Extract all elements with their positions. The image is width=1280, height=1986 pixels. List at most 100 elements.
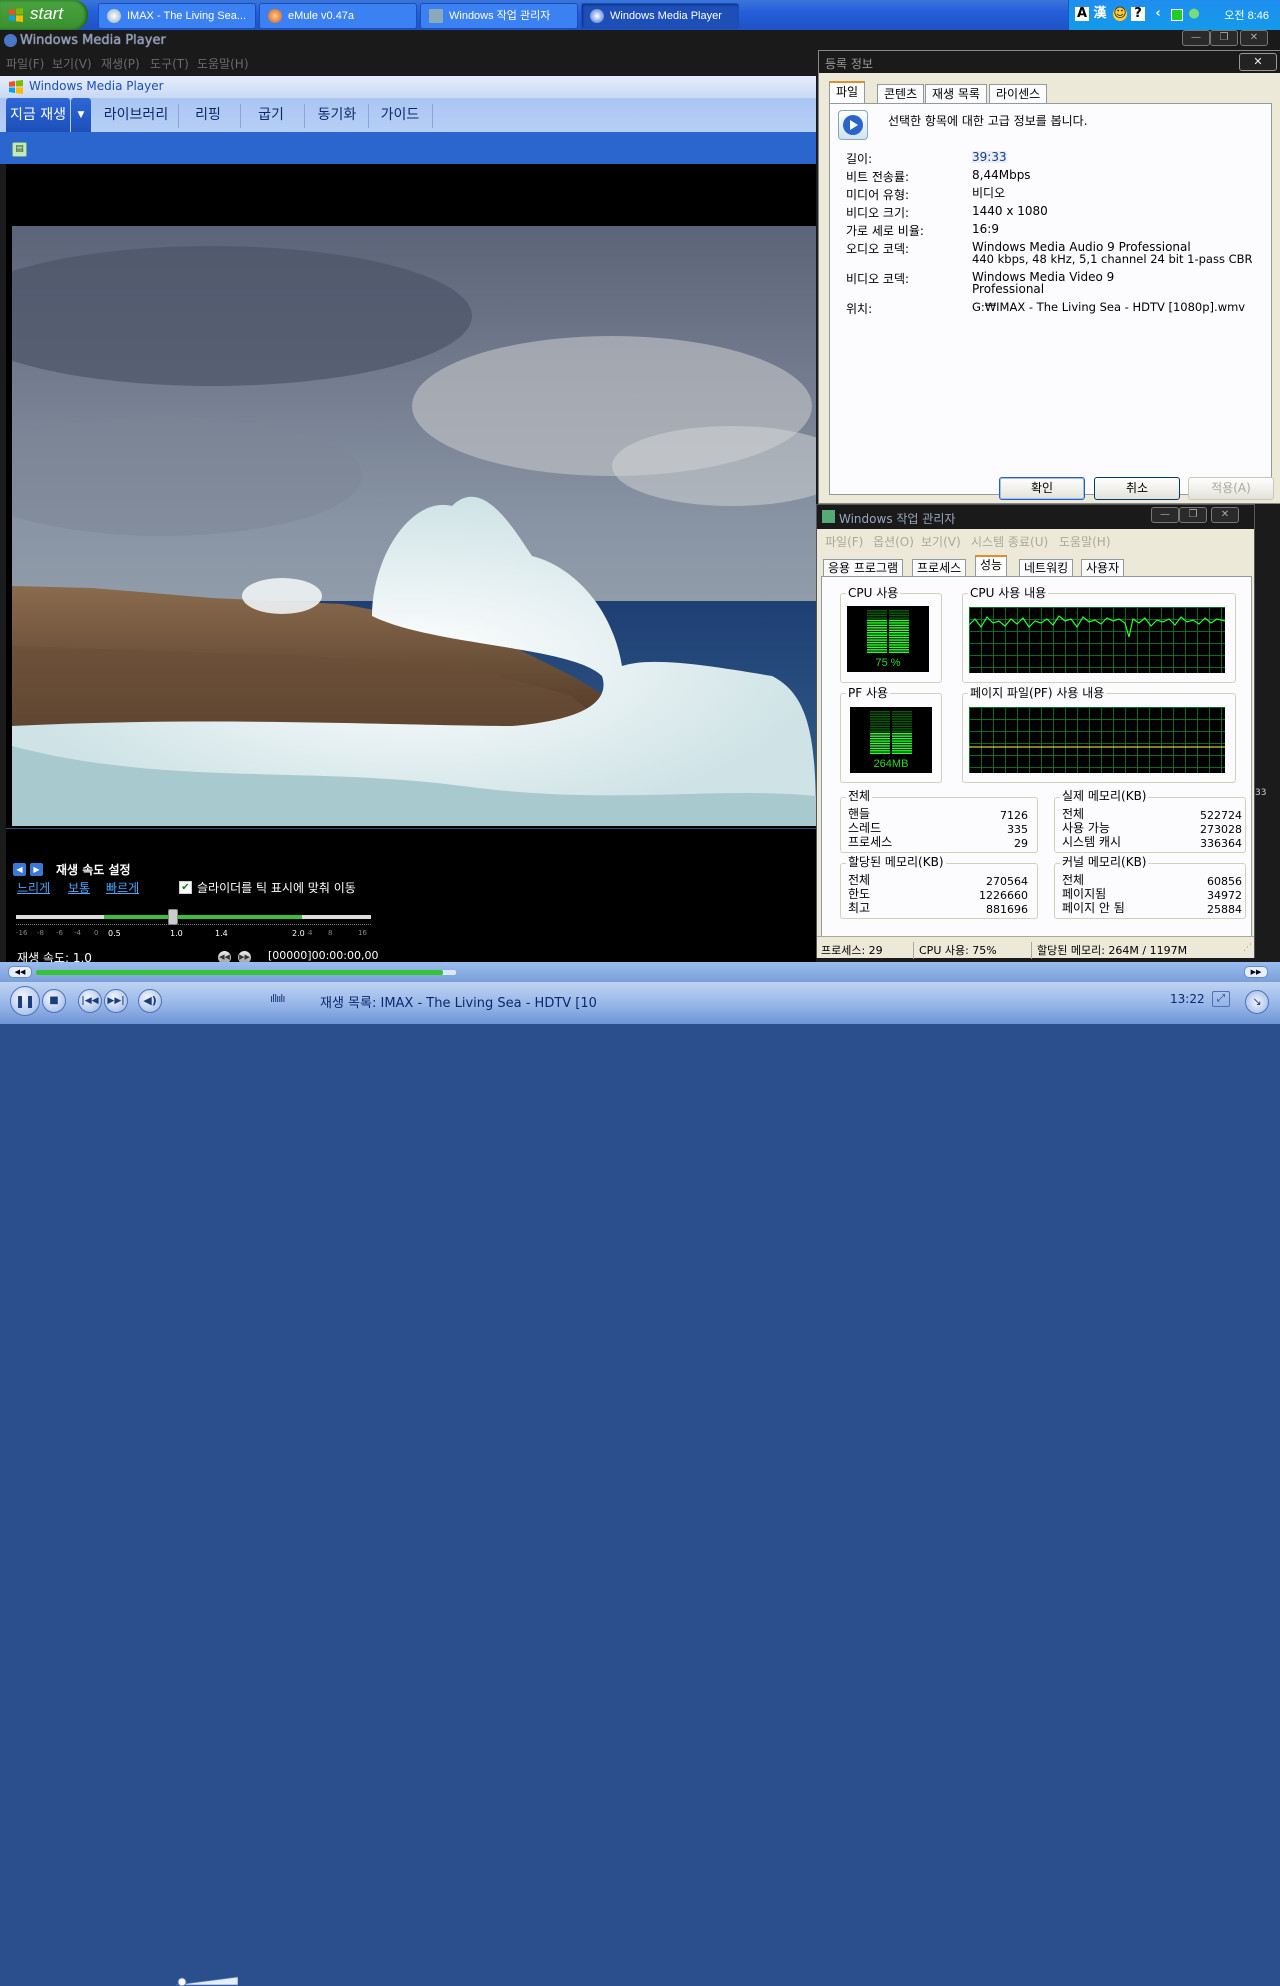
- stop-button[interactable]: ■: [42, 989, 66, 1013]
- resize-grip-icon[interactable]: ⋰: [1243, 943, 1252, 953]
- tab-rip[interactable]: 리핑: [180, 98, 236, 132]
- prop-key: 길이:: [846, 152, 873, 166]
- preset-slow-link[interactable]: 느리게: [17, 879, 50, 896]
- elapsed-time[interactable]: 13:22: [1170, 992, 1205, 1006]
- meter-segment: [867, 617, 887, 619]
- mute-button[interactable]: ◀): [138, 989, 162, 1013]
- cancel-button[interactable]: 취소: [1094, 477, 1180, 500]
- next-button[interactable]: ▶▶|: [104, 989, 128, 1013]
- tab-divider: [178, 104, 179, 128]
- prop-value: 비디오: [972, 186, 1006, 200]
- preset-normal-link[interactable]: 보통: [68, 879, 90, 896]
- switch-to-skin-icon[interactable]: ↘: [1245, 990, 1269, 1014]
- tick-label: 2.0: [292, 929, 305, 938]
- meter-segment: [870, 723, 890, 725]
- tab-license[interactable]: 라이센스: [989, 84, 1048, 103]
- menu-view[interactable]: 보기(V): [921, 533, 961, 550]
- close-button[interactable]: ✕: [1240, 30, 1268, 46]
- previous-button[interactable]: |◀◀: [78, 989, 102, 1013]
- ok-button[interactable]: 확인: [999, 477, 1085, 500]
- seek-back-icon[interactable]: ◀◀: [8, 966, 32, 978]
- preset-fast-link[interactable]: 빠르게: [106, 879, 139, 896]
- tab-users[interactable]: 사용자: [1081, 559, 1125, 577]
- meter-segment: [892, 725, 912, 728]
- minimize-button[interactable]: —: [1151, 507, 1179, 523]
- pause-button[interactable]: ❚❚: [10, 986, 40, 1016]
- tick-label: -6: [56, 929, 63, 937]
- equalizer-icon: ıllıılı: [270, 992, 285, 1005]
- ime-hanja-icon[interactable]: 漢: [1093, 7, 1107, 21]
- ime-smiley-icon[interactable]: ☺: [1113, 7, 1127, 21]
- network-status-icon[interactable]: [1171, 9, 1183, 21]
- tab-networking[interactable]: 네트워킹: [1019, 559, 1074, 577]
- stat-label: 스레드: [848, 821, 882, 835]
- wmp-icon: [4, 34, 17, 47]
- tick-label: 0: [94, 929, 99, 937]
- tab-file[interactable]: 파일: [829, 81, 866, 105]
- menu-help[interactable]: 도움말(H): [1059, 533, 1111, 550]
- meter-segment: [867, 622, 887, 624]
- close-button[interactable]: ✕: [1239, 53, 1277, 71]
- chevron-left-icon[interactable]: ‹: [1151, 7, 1165, 21]
- close-button[interactable]: ✕: [1211, 507, 1239, 523]
- tab-content[interactable]: 콘텐츠: [877, 84, 925, 103]
- properties-title-bar[interactable]: 등록 정보 ✕: [819, 51, 1280, 73]
- maximize-button[interactable]: ❐: [1179, 507, 1207, 523]
- clock[interactable]: 오전 8:46: [1224, 7, 1269, 23]
- task-manager-icon: [822, 510, 835, 523]
- meter-segment: [889, 649, 909, 651]
- menu-view[interactable]: 보기(V): [52, 55, 92, 72]
- tab-guide[interactable]: 가이드: [370, 98, 430, 132]
- start-button[interactable]: start: [0, 0, 88, 30]
- menu-help[interactable]: 도움말(H): [197, 55, 249, 72]
- minimize-button[interactable]: —: [1182, 30, 1210, 46]
- wmp-title-bar[interactable]: Windows Media Player — ❐ ✕: [0, 30, 1280, 52]
- volume-slider[interactable]: [176, 1976, 238, 1986]
- speed-slider-thumb[interactable]: [168, 909, 178, 925]
- help-icon[interactable]: ?: [1131, 7, 1145, 21]
- apply-button[interactable]: 적용(A): [1188, 477, 1274, 500]
- dialog-description: 선택한 항목에 대한 고급 정보를 봅니다.: [888, 114, 1088, 128]
- menu-options[interactable]: 옵션(O): [873, 533, 914, 550]
- menu-file[interactable]: 파일(F): [825, 533, 863, 550]
- tab-playlist[interactable]: 재생 목록: [925, 84, 987, 103]
- menu-play[interactable]: 재생(P): [101, 55, 140, 72]
- prop-length-value[interactable]: 39:33: [972, 151, 1007, 163]
- tab-processes[interactable]: 프로세스: [912, 559, 967, 577]
- video-frame[interactable]: [12, 226, 816, 826]
- stat-label: 핸들: [848, 807, 871, 821]
- meter-segment: [892, 713, 912, 715]
- meter-segment: [870, 715, 890, 718]
- tab-now-playing[interactable]: 지금 재생: [6, 98, 70, 132]
- taskbar-item-taskmgr[interactable]: Windows 작업 관리자: [420, 3, 578, 29]
- prop-key: 비디오 크기:: [846, 206, 910, 220]
- tab-library[interactable]: 라이브러리: [94, 98, 178, 132]
- seek-forward-icon[interactable]: ▶▶: [1244, 966, 1268, 978]
- menu-tools[interactable]: 도구(T): [150, 55, 189, 72]
- tab-applications[interactable]: 응용 프로그램: [823, 559, 904, 577]
- meter-segment: [870, 713, 890, 715]
- now-playing-dropdown-icon[interactable]: ▼: [71, 98, 91, 132]
- fullscreen-icon[interactable]: ⤢: [1212, 991, 1230, 1007]
- meter-segment: [892, 730, 912, 732]
- tab-sync[interactable]: 동기화: [306, 98, 368, 132]
- taskbar-item-emule[interactable]: eMule v0.47a: [259, 3, 417, 29]
- menu-file[interactable]: 파일(F): [6, 55, 44, 72]
- snap-to-ticks-checkbox[interactable]: ✔: [179, 881, 192, 894]
- maximize-button[interactable]: ❐: [1210, 30, 1238, 46]
- prev-enhancement-icon[interactable]: ◀: [13, 863, 26, 876]
- messenger-icon[interactable]: ●: [1187, 7, 1201, 21]
- task-manager-title-bar[interactable]: Windows 작업 관리자 — ❐ ✕: [817, 505, 1254, 529]
- meter-segment: [889, 614, 909, 617]
- ime-mode-icon[interactable]: A: [1075, 7, 1089, 21]
- meter-segment: [889, 612, 909, 614]
- status-cpu: CPU 사용: 75%: [919, 944, 997, 957]
- taskbar-item-wmp[interactable]: Windows Media Player: [581, 3, 739, 29]
- playlist-options-icon[interactable]: ▤: [12, 142, 27, 157]
- tab-burn[interactable]: 굽기: [242, 98, 300, 132]
- next-enhancement-icon[interactable]: ▶: [30, 863, 43, 876]
- tab-performance[interactable]: 성능: [975, 555, 1008, 578]
- meter-segment: [889, 634, 909, 636]
- taskbar-item-imax[interactable]: IMAX - The Living Sea...: [98, 3, 256, 29]
- menu-shutdown[interactable]: 시스템 종료(U): [971, 533, 1048, 550]
